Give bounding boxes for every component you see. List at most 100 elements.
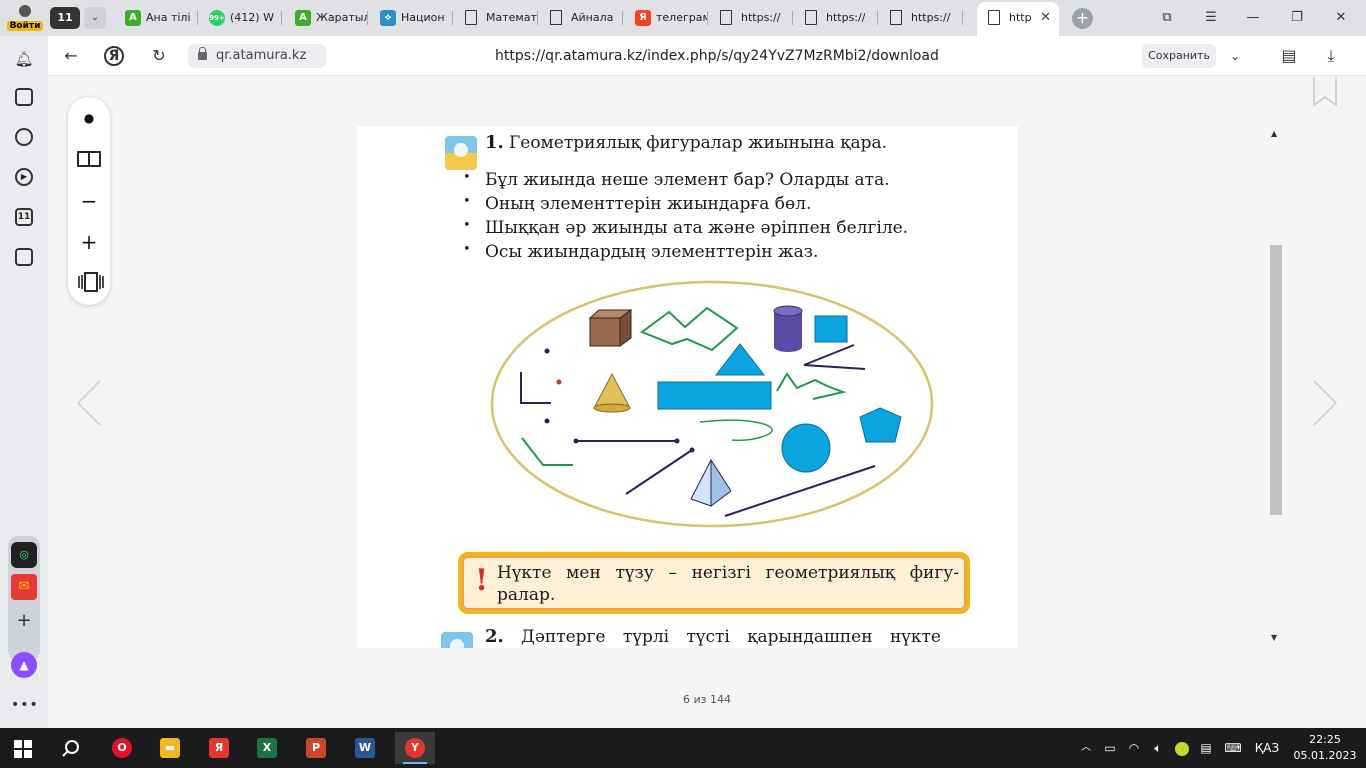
segment-endpoint xyxy=(674,438,680,444)
menu-icon[interactable]: ☰ xyxy=(1196,6,1226,30)
taskbar-app-yandex[interactable]: Я xyxy=(199,732,239,764)
angle-figure xyxy=(520,372,551,404)
screenshot-icon[interactable] xyxy=(15,248,33,266)
browser-tab[interactable]: ▯ https:// xyxy=(794,4,878,32)
browser-tab[interactable]: ▯ Айнала xyxy=(539,4,623,32)
clock-time: 22:25 xyxy=(1309,733,1341,746)
browser-tab[interactable]: A Жаратылыс xyxy=(284,4,368,32)
taskbar-app-word[interactable]: W xyxy=(345,732,385,764)
browser-tab[interactable]: ⟡ Национ xyxy=(369,4,453,32)
zoom-out-icon[interactable]: − xyxy=(77,189,101,213)
chevron-down-icon[interactable]: ⌄ xyxy=(1224,45,1246,67)
previous-page-arrow-icon[interactable] xyxy=(74,379,104,427)
tab-title: Жаратылыс xyxy=(316,11,368,24)
tabs-menu-chevron-icon[interactable]: ⌄ xyxy=(84,7,106,29)
volume-icon[interactable]: 🔈︎ xyxy=(1148,728,1168,768)
cylinder-figure xyxy=(773,305,803,352)
green-broken-line xyxy=(639,306,739,352)
tab-title: (412) W xyxy=(230,11,274,24)
clock-date: 05.01.2023 xyxy=(1293,749,1357,762)
exclamation-icon: ! xyxy=(475,563,489,598)
alice-station-icon[interactable]: ◎ xyxy=(11,542,37,568)
more-options-icon[interactable]: ••• xyxy=(11,692,38,718)
taskbar-app-excel[interactable]: X xyxy=(247,732,287,764)
triangle-figure xyxy=(714,343,766,376)
browser-tab[interactable]: ▯ https:// xyxy=(879,4,963,32)
security-badge-icon[interactable] xyxy=(1172,728,1192,768)
yandex-logo-icon[interactable]: Я xyxy=(104,46,124,66)
tab-title: Айнала xyxy=(571,11,614,24)
browser-sidebar: 🔔︎ ▶ 11 ◎ ✉ + ▲ ••• xyxy=(0,36,48,728)
tray-chevron-icon[interactable]: ︿ xyxy=(1078,728,1094,768)
mail-icon[interactable]: ✉ xyxy=(11,574,37,600)
tab-title: https:// xyxy=(911,11,951,24)
history-clock-icon[interactable] xyxy=(15,128,33,146)
browser-tab[interactable]: 99+ (412) W xyxy=(198,4,282,32)
fit-page-icon[interactable] xyxy=(77,270,104,294)
lock-icon xyxy=(198,47,207,60)
wifi-icon[interactable]: ◠ xyxy=(1124,728,1144,768)
new-tab-button[interactable]: + xyxy=(1072,8,1093,29)
battery-icon[interactable]: ▭ xyxy=(1100,728,1120,768)
browser-tab[interactable]: A Ана тілі xyxy=(114,4,198,32)
message-icon[interactable]: ▤ xyxy=(1196,728,1216,768)
system-clock[interactable]: 22:25 05.01.2023 xyxy=(1292,732,1358,764)
add-panel-icon[interactable]: + xyxy=(11,608,37,634)
search-icon[interactable] xyxy=(62,740,80,758)
tab-title: Национ xyxy=(401,11,445,24)
browser-tab[interactable]: ▯ Математ xyxy=(454,4,538,32)
site-info-chip[interactable]: qr.atamura.kz xyxy=(188,44,326,68)
rectangle-figure xyxy=(657,381,772,410)
tab-favicon-icon: ⟡ xyxy=(380,10,396,26)
windows-start-icon[interactable] xyxy=(14,740,32,758)
taskbar-app-yandex-browser[interactable]: Y xyxy=(395,732,435,764)
tab-collection-icon[interactable]: ⧉ xyxy=(1152,6,1182,30)
url-field[interactable]: https://qr.atamura.kz/index.php/s/qy24Yv… xyxy=(495,36,939,76)
minimize-button[interactable]: — xyxy=(1238,6,1268,30)
next-page-arrow-icon[interactable] xyxy=(1310,379,1340,427)
two-pages-icon[interactable] xyxy=(77,147,101,171)
taskbar-app-file-explorer[interactable]: ▬ xyxy=(150,732,190,764)
restore-button[interactable]: ❐ xyxy=(1282,6,1312,30)
tab-title: Математ xyxy=(486,11,537,24)
tab-title: http xyxy=(1009,11,1032,24)
save-button[interactable]: Сохранить xyxy=(1142,44,1216,68)
reader-mode-icon[interactable]: ▤ xyxy=(1278,45,1300,67)
play-icon[interactable]: ▶ xyxy=(15,168,33,186)
green-curve-line xyxy=(699,419,773,442)
excel-icon: X xyxy=(257,738,277,758)
keyboard-icon[interactable]: ⌨ xyxy=(1220,728,1246,768)
scrollbar-thumb[interactable] xyxy=(1270,245,1282,515)
taskbar-app-powerpoint[interactable]: P xyxy=(296,732,336,764)
bell-icon[interactable]: 🔔︎ xyxy=(11,46,37,72)
alice-assistant-icon[interactable]: ▲ xyxy=(11,652,37,678)
scroll-down-arrow-icon[interactable]: ▼ xyxy=(1271,633,1277,642)
bookmark-icon[interactable] xyxy=(1313,77,1337,107)
point-figure xyxy=(556,379,562,385)
close-window-button[interactable]: ✕ xyxy=(1326,6,1356,30)
profile-button[interactable]: Войти xyxy=(6,3,44,33)
tab-favicon-icon: Я xyxy=(635,10,651,26)
reload-icon[interactable]: ↻ xyxy=(148,45,170,67)
tabs-count-icon[interactable]: 11 xyxy=(15,208,33,226)
green-zigzag-line xyxy=(776,372,847,400)
dot-icon[interactable]: ● xyxy=(77,106,101,130)
browser-tab[interactable]: ▯ http ✕ xyxy=(977,2,1059,36)
scroll-up-arrow-icon[interactable]: ▲ xyxy=(1271,129,1277,138)
browser-tab[interactable]: Ятелеграм xyxy=(624,4,708,32)
back-arrow-icon[interactable]: ← xyxy=(60,45,82,67)
taskbar-app-opera[interactable]: O xyxy=(102,732,142,764)
point-figure xyxy=(544,348,550,354)
browser-tab[interactable]: ▯ https:// xyxy=(709,4,793,32)
download-icon[interactable]: ⤓ xyxy=(1320,45,1342,67)
tab-favicon-icon: ▯ xyxy=(550,10,562,25)
user-icon xyxy=(19,5,31,17)
pyramid-figure xyxy=(690,458,732,507)
tab-close-icon[interactable]: ✕ xyxy=(1040,2,1051,34)
pdf-page: 1. Геометриялық фигуралар жиынына қара. … xyxy=(357,126,1018,648)
zoom-in-icon[interactable]: + xyxy=(77,230,101,254)
tab-count-button[interactable]: 11 xyxy=(50,7,80,29)
language-indicator[interactable]: ҚАЗ xyxy=(1252,728,1282,768)
collections-icon[interactable] xyxy=(15,88,33,106)
pentagon-figure xyxy=(859,407,902,443)
